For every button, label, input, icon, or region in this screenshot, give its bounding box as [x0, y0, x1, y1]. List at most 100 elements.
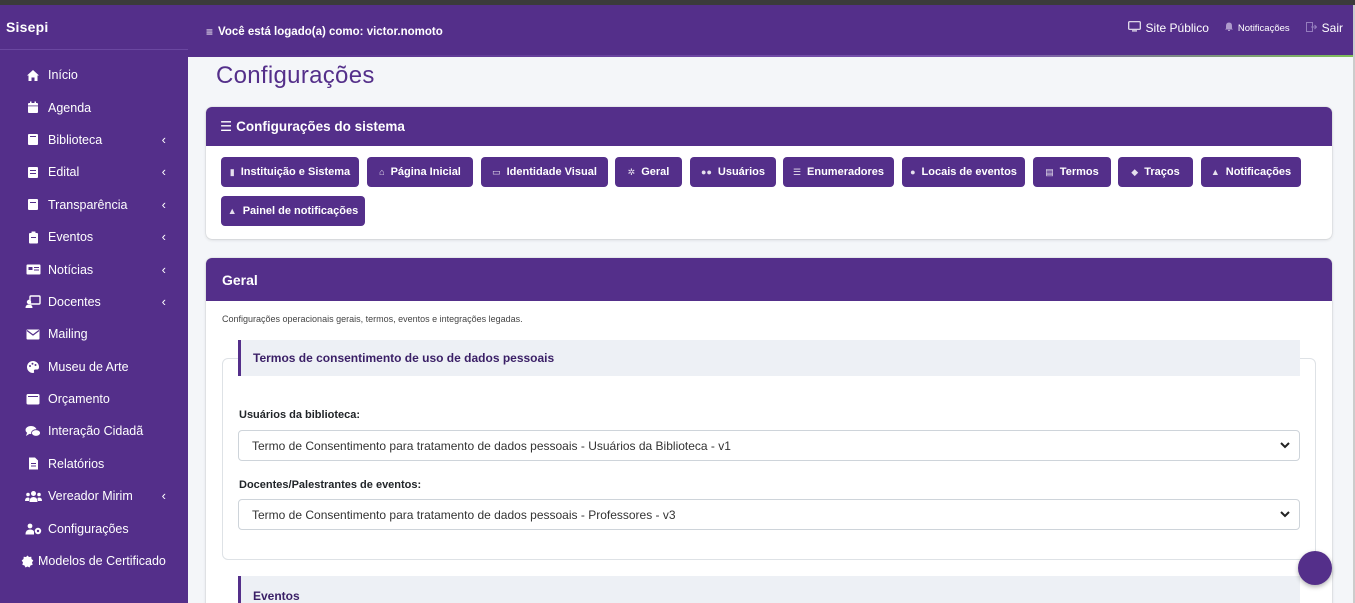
sidebar-item-docentes[interactable]: Docentes ‹ [0, 286, 188, 318]
painel-de-notificacoes-button[interactable]: ▲ Painel de notificações [221, 196, 365, 226]
chevron-left-icon: ‹ [161, 228, 166, 244]
sidebar-item-label: Transparência [48, 197, 128, 212]
sidebar-item-label: Agenda [48, 100, 92, 115]
select-value: Termo de Consentimento para tratamento d… [252, 507, 676, 522]
certificate-icon [20, 554, 34, 568]
library-users-label: Usuários da biblioteca: [239, 409, 361, 421]
teacher-icon [24, 295, 42, 309]
chevron-left-icon: ‹ [161, 261, 166, 277]
identidade-visual-button[interactable]: ▭ Identidade Visual [481, 157, 608, 187]
terms-section-title: Termos de consentimento de uso de dados … [238, 340, 1300, 376]
chevron-left-icon: ‹ [161, 488, 166, 504]
sidebar-item-label: Relatórios [48, 456, 105, 471]
sair-link[interactable]: Sair [1305, 21, 1343, 35]
locais-de-eventos-button[interactable]: ● Locais de eventos [902, 157, 1025, 187]
button-label: Termos [1059, 166, 1099, 178]
file-signature-icon: ▤ [1045, 166, 1054, 177]
button-label: Notificações [1225, 166, 1292, 178]
sidebar-item-inicio[interactable]: Início [0, 59, 188, 91]
hamburger-icon[interactable]: ≡ [206, 25, 213, 39]
sidebar-item-label: Interação Cidadã [48, 424, 144, 439]
geral-card-title: Geral [222, 271, 258, 288]
users-cog-icon [24, 522, 42, 536]
sidebar-divider [0, 49, 188, 50]
chevron-left-icon: ‹ [161, 196, 166, 212]
chevron-down-icon [1280, 442, 1290, 449]
newspaper-icon [24, 263, 42, 277]
bell-icon: ▲ [1210, 167, 1220, 177]
usuarios-button[interactable]: ●● Usuários [690, 157, 776, 187]
building-icon: ▮ [229, 166, 235, 177]
sidebar-item-label: Edital [48, 165, 80, 180]
sidebar-item-transparencia[interactable]: Transparência ‹ [0, 189, 188, 221]
sidebar-item-mailing[interactable]: Mailing [0, 318, 188, 350]
library-users-term-select[interactable]: Termo de Consentimento para tratamento d… [238, 430, 1300, 461]
button-label: Painel de notificações [242, 205, 359, 217]
sidebar-item-museu-de-arte[interactable]: Museu de Arte [0, 351, 188, 383]
list-icon: ☰ [220, 118, 233, 134]
palette-icon [24, 360, 42, 374]
bell-icon [1224, 22, 1233, 34]
system-settings-card: ☰ Configurações do sistema ▮ Instituição … [206, 107, 1332, 239]
sidebar-item-modelos-de-certificado[interactable]: Modelos de Certificado [0, 545, 188, 577]
button-label: Geral [641, 166, 670, 178]
sidebar-item-vereador-mirim[interactable]: Vereador Mirim ‹ [0, 480, 188, 512]
users-icon: ●● [701, 167, 712, 177]
events-section-title: Eventos [238, 576, 1300, 603]
button-label: Traços [1144, 166, 1180, 178]
comments-icon [24, 424, 42, 438]
sidebar-item-label: Vereador Mirim [48, 489, 133, 504]
sidebar: Sisepi Início Agenda Biblioteca ‹ Edital… [0, 5, 188, 603]
sidebar-item-label: Início [48, 68, 78, 83]
teachers-term-select[interactable]: Termo de Consentimento para tratamento d… [238, 499, 1300, 530]
chevron-down-icon [1280, 511, 1290, 518]
book-icon [24, 133, 42, 147]
logged-in-info: ≡ Você está logado(a) como: victor.nomot… [206, 25, 443, 39]
sidebar-item-biblioteca[interactable]: Biblioteca ‹ [0, 124, 188, 156]
id-card-icon: ▭ [492, 166, 501, 177]
pagina-inicial-button[interactable]: ⌂ Página Inicial [367, 157, 473, 187]
sidebar-item-edital[interactable]: Edital ‹ [0, 156, 188, 188]
geral-card-header: Geral [206, 258, 1332, 301]
top-navbar: ≡ Você está logado(a) como: victor.nomot… [188, 5, 1355, 55]
gear-icon: ✲ [627, 166, 636, 177]
sidebar-item-interacao-cidada[interactable]: Interação Cidadã [0, 415, 188, 447]
termos-button[interactable]: ▤ Termos [1033, 157, 1111, 187]
chevron-left-icon: ‹ [161, 293, 166, 309]
sidebar-item-eventos[interactable]: Eventos ‹ [0, 221, 188, 253]
list-ul-icon: ☰ [792, 166, 802, 177]
button-label: Identidade Visual [506, 166, 597, 178]
sidebar-item-orcamento[interactable]: Orçamento [0, 383, 188, 415]
sidebar-item-relatorios[interactable]: Relatórios [0, 448, 188, 480]
notificacoes-link[interactable]: Notificações [1224, 22, 1290, 34]
wallet-icon [24, 392, 42, 406]
home-icon: ⌂ [379, 167, 385, 177]
sidebar-item-label: Museu de Arte [48, 359, 129, 374]
monitor-icon [1127, 21, 1141, 35]
tracos-button[interactable]: ◆ Traços [1118, 157, 1193, 187]
sidebar-item-label: Eventos [48, 230, 94, 245]
instituicao-sistema-button[interactable]: ▮ Instituição e Sistema [221, 157, 359, 187]
sidebar-item-label: Docentes [48, 294, 101, 309]
geral-button[interactable]: ✲ Geral [615, 157, 682, 187]
calendar-icon [24, 101, 42, 115]
notificacoes-button[interactable]: ▲ Notificações [1201, 157, 1301, 187]
floating-action-button[interactable] [1298, 551, 1332, 585]
sidebar-item-label: Configurações [48, 521, 129, 536]
system-settings-card-header: ☰ Configurações do sistema [206, 107, 1332, 146]
sidebar-item-agenda[interactable]: Agenda [0, 91, 188, 123]
sidebar-item-noticias[interactable]: Notícias ‹ [0, 253, 188, 285]
enumeradores-button[interactable]: ☰ Enumeradores [783, 157, 894, 187]
sidebar-item-label: Notícias [48, 262, 94, 277]
main-content: Configurações ☰ Configurações do sistema… [188, 57, 1353, 603]
users-icon [24, 489, 42, 503]
geral-card-description: Configurações operacionais gerais, termo… [222, 314, 523, 324]
system-settings-title: Configurações do sistema [236, 119, 405, 134]
clipboard-icon [24, 230, 42, 244]
site-publico-link[interactable]: Site Público [1127, 21, 1209, 35]
brand-logo[interactable]: Sisepi [6, 19, 48, 35]
logout-icon [1305, 21, 1317, 35]
report-icon [24, 457, 42, 471]
document-icon [24, 198, 42, 212]
sidebar-item-configuracoes[interactable]: Configurações [0, 512, 188, 544]
